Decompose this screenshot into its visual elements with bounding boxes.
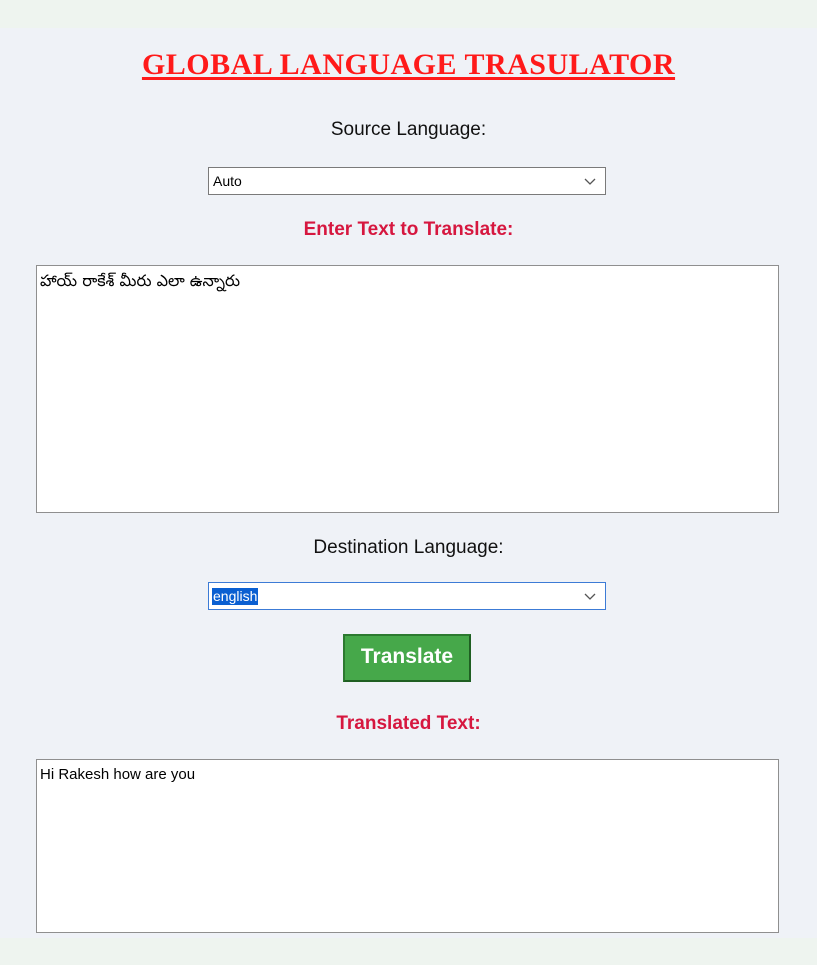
source-language-value: Auto bbox=[213, 173, 242, 189]
page-title: GLOBAL LANGUAGE TRASULATOR bbox=[141, 48, 676, 81]
destination-language-label: Destination Language: bbox=[313, 537, 504, 558]
source-language-select[interactable]: Auto bbox=[208, 167, 606, 195]
translate-button[interactable]: Translate bbox=[343, 634, 471, 682]
chevron-down-icon bbox=[584, 178, 596, 185]
destination-language-value: english bbox=[210, 587, 260, 606]
translated-text-output[interactable]: Hi Rakesh how are you bbox=[36, 759, 779, 933]
page: GLOBAL LANGUAGE TRASULATOR Source Langua… bbox=[0, 0, 817, 965]
translated-text-label: Translated Text: bbox=[336, 713, 481, 734]
input-text-label: Enter Text to Translate: bbox=[303, 219, 514, 240]
source-text-input[interactable]: హాయ్ రాకేశ్ మీరు ఎలా ఉన్నారు bbox=[36, 265, 779, 513]
destination-language-select[interactable]: english bbox=[208, 582, 606, 610]
chevron-down-icon bbox=[584, 593, 596, 600]
source-language-label: Source Language: bbox=[330, 119, 487, 140]
